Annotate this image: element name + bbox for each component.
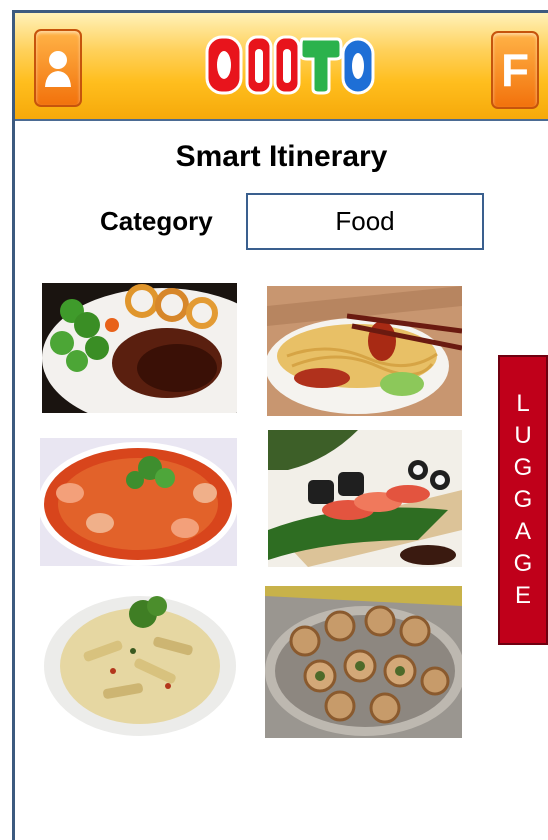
luggage-letter: U	[514, 422, 532, 449]
luggage-letter: E	[514, 582, 531, 609]
food-noodles-photo[interactable]	[267, 286, 462, 416]
profile-button[interactable]	[34, 29, 82, 107]
page-title: Smart Itinerary	[175, 140, 388, 173]
steak-onion-rings-photo	[42, 283, 237, 413]
luggage-letter: L	[516, 390, 530, 417]
food-soup-photo[interactable]	[40, 438, 237, 566]
escargots-photo	[265, 586, 462, 738]
pasta-penne-photo	[43, 586, 237, 738]
f-button[interactable]: F	[491, 31, 539, 109]
user-profile-icon	[45, 51, 71, 87]
luggage-letter: G	[513, 454, 533, 481]
category-select[interactable]: Food	[246, 193, 484, 250]
category-label: Category	[100, 206, 213, 236]
luggage-letter: G	[513, 550, 533, 577]
qiito-logo	[205, 35, 375, 95]
sushi-platter-photo	[268, 430, 462, 567]
food-escargot-photo[interactable]	[265, 586, 462, 738]
noodles-roast-duck-photo	[267, 286, 462, 416]
food-pasta-photo[interactable]	[43, 586, 237, 738]
food-sushi-photo[interactable]	[268, 430, 462, 567]
top-app-bar: F	[15, 13, 548, 121]
luggage-button[interactable]: L U G G A G E	[498, 355, 548, 645]
luggage-letter: A	[514, 518, 531, 545]
tom-yum-soup-photo	[40, 438, 237, 566]
food-steak-photo[interactable]	[42, 283, 237, 413]
luggage-letter: G	[513, 486, 533, 513]
